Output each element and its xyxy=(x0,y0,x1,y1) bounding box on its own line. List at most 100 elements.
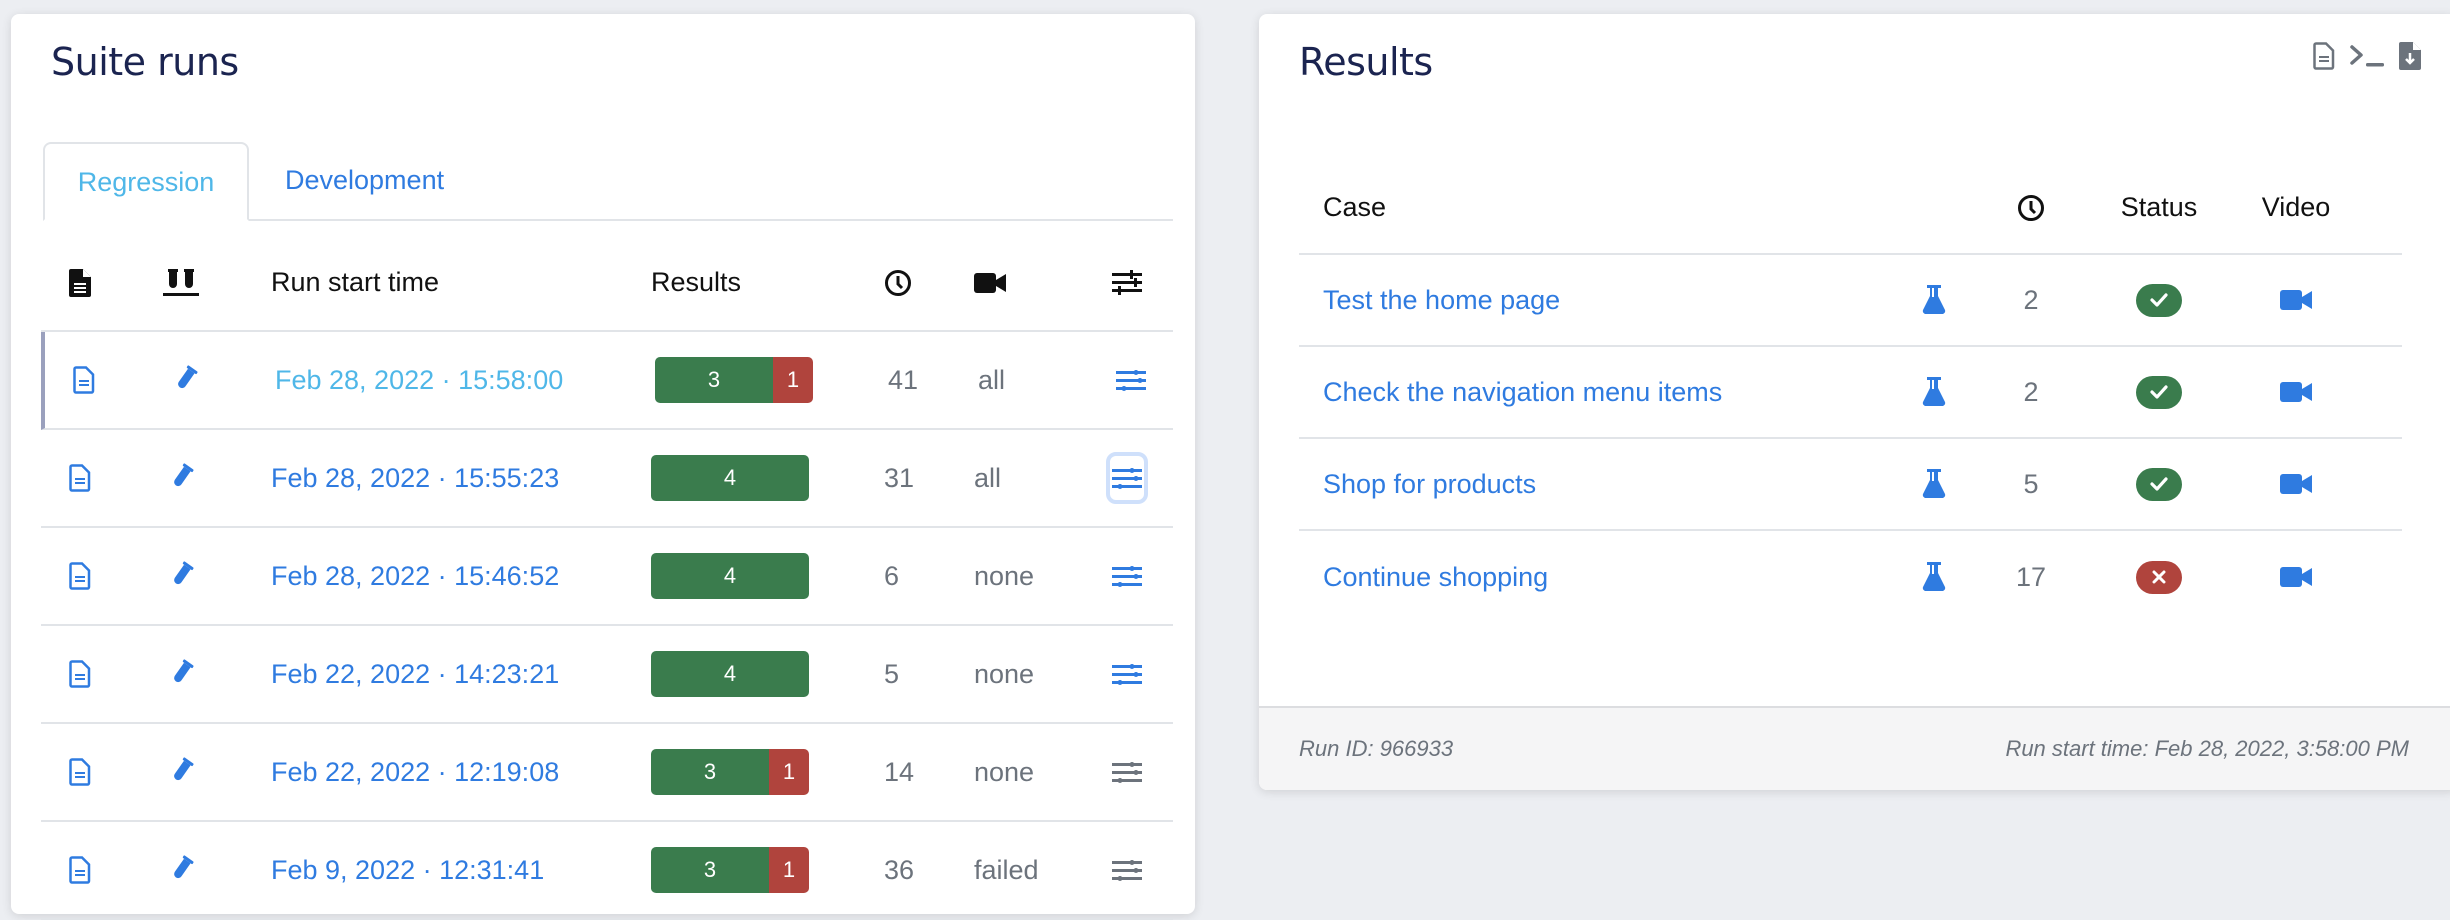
video-setting: failed xyxy=(974,854,1039,885)
report-document-icon[interactable] xyxy=(65,528,95,624)
video-setting: all xyxy=(974,462,1002,493)
run-start-time-link[interactable]: Feb 28, 2022 · 15:58:00 xyxy=(275,332,563,428)
run-row[interactable]: Feb 9, 2022 · 12:31:41 3 1 36 failed xyxy=(41,822,1173,920)
run-settings-button[interactable] xyxy=(1106,652,1148,696)
sliders-icon xyxy=(1112,762,1142,783)
results-badge: 4 xyxy=(651,528,811,624)
run-settings-button[interactable] xyxy=(1106,750,1148,794)
case-duration: 5 xyxy=(2023,468,2039,499)
file-text-icon[interactable] xyxy=(2313,42,2335,75)
run-row[interactable]: Feb 28, 2022 · 15:58:00 3 1 41 all xyxy=(41,332,1173,430)
test-tube-icon[interactable] xyxy=(161,724,201,820)
run-row[interactable]: Feb 28, 2022 · 15:55:23 4 31 all xyxy=(41,430,1173,528)
passed-count: 4 xyxy=(651,553,809,599)
run-row[interactable]: Feb 22, 2022 · 14:23:21 4 5 none xyxy=(41,626,1173,724)
case-name-link[interactable]: Shop for products xyxy=(1323,439,1536,529)
report-document-icon[interactable] xyxy=(65,822,95,918)
results-table-header: Case Status Video xyxy=(1299,162,2402,255)
results-footer: Run ID: 966933 Run start time: Feb 28, 2… xyxy=(1259,706,2450,790)
suite-tabs: Regression Development xyxy=(43,142,1173,221)
run-id: Run ID: 966933 xyxy=(1299,736,1454,761)
test-tube-icon[interactable] xyxy=(161,822,201,918)
case-row: Test the home page 2 xyxy=(1299,255,2402,347)
table-header: Run start time Results xyxy=(41,235,1173,332)
report-document-icon[interactable] xyxy=(65,626,95,722)
run-duration: 6 xyxy=(884,560,900,591)
report-document-icon[interactable] xyxy=(65,430,95,526)
run-start-time-link[interactable]: Feb 28, 2022 · 15:46:52 xyxy=(271,528,559,624)
results-header-actions xyxy=(2313,42,2421,75)
results-badge: 3 1 xyxy=(651,724,811,820)
sliders-icon xyxy=(1112,860,1142,881)
run-duration: 36 xyxy=(884,854,915,885)
passed-count: 4 xyxy=(651,455,809,501)
video-camera-icon[interactable] xyxy=(2251,347,2341,437)
sliders-icon xyxy=(1112,468,1142,489)
flask-icon[interactable] xyxy=(1919,255,1949,345)
run-settings-button[interactable] xyxy=(1110,358,1152,402)
clock-icon xyxy=(884,235,912,330)
video-setting: none xyxy=(974,658,1035,689)
video-camera-icon xyxy=(974,235,1006,330)
run-start-time: Run start time: Feb 28, 2022, 3:58:00 PM xyxy=(2005,736,2409,761)
case-name-link[interactable]: Continue shopping xyxy=(1323,531,1548,623)
case-row: Shop for products 5 xyxy=(1299,439,2402,531)
run-duration: 41 xyxy=(888,364,919,395)
tab-development[interactable]: Development xyxy=(263,142,463,219)
file-download-icon[interactable] xyxy=(2399,42,2421,75)
flask-icon[interactable] xyxy=(1919,347,1949,437)
video-camera-icon[interactable] xyxy=(2251,531,2341,623)
run-settings-button[interactable] xyxy=(1106,848,1148,892)
results-badge: 3 1 xyxy=(655,332,815,428)
run-start-time-link[interactable]: Feb 28, 2022 · 15:55:23 xyxy=(271,430,559,526)
run-start-time-link[interactable]: Feb 22, 2022 · 14:23:21 xyxy=(271,626,559,722)
column-run-start-time[interactable]: Run start time xyxy=(271,235,439,330)
case-duration: 2 xyxy=(2023,284,2039,315)
video-setting: all xyxy=(978,364,1006,395)
sliders-icon xyxy=(1116,370,1146,391)
run-start-time-link[interactable]: Feb 22, 2022 · 12:19:08 xyxy=(271,724,559,820)
check-icon xyxy=(2136,467,2182,501)
passed-count: 4 xyxy=(651,651,809,697)
report-document-icon[interactable] xyxy=(65,724,95,820)
run-settings-button[interactable] xyxy=(1106,554,1148,598)
run-row[interactable]: Feb 22, 2022 · 12:19:08 3 1 14 none xyxy=(41,724,1173,822)
results-badge: 3 1 xyxy=(651,822,811,918)
results-badge: 4 xyxy=(651,430,811,526)
case-name-link[interactable]: Check the navigation menu items xyxy=(1323,347,1722,437)
check-icon xyxy=(2136,283,2182,317)
failed-count: 1 xyxy=(769,847,809,893)
video-camera-icon[interactable] xyxy=(2251,439,2341,529)
suite-runs-card: Suite runs Regression Development Run st… xyxy=(11,14,1195,920)
run-duration: 31 xyxy=(884,462,915,493)
failed-count: 1 xyxy=(769,749,809,795)
video-setting: none xyxy=(974,756,1035,787)
run-row[interactable]: Feb 28, 2022 · 15:46:52 4 6 none xyxy=(41,528,1173,626)
case-row: Continue shopping 17 xyxy=(1299,531,2402,623)
report-document-icon[interactable] xyxy=(69,332,99,428)
terminal-icon[interactable] xyxy=(2349,44,2385,73)
flask-icon[interactable] xyxy=(1919,531,1949,623)
flask-icon[interactable] xyxy=(1919,439,1949,529)
test-tube-icon[interactable] xyxy=(161,626,201,722)
sliders-icon xyxy=(1112,664,1142,685)
test-tube-icon[interactable] xyxy=(161,430,201,526)
suite-runs-table: Run start time Results Feb 28, 2022 · 15… xyxy=(41,235,1173,920)
case-row: Check the navigation menu items 2 xyxy=(1299,347,2402,439)
run-settings-button[interactable] xyxy=(1106,452,1148,504)
case-name-link[interactable]: Test the home page xyxy=(1323,255,1560,345)
results-card: Results Case Status Video Test the home … xyxy=(1259,14,2450,790)
sliders-icon xyxy=(1112,566,1142,587)
test-tube-icon[interactable] xyxy=(161,528,201,624)
run-duration: 5 xyxy=(884,658,900,689)
video-setting: none xyxy=(974,560,1035,591)
failed-count: 1 xyxy=(773,357,813,403)
video-camera-icon[interactable] xyxy=(2251,255,2341,345)
column-results: Results xyxy=(651,267,742,297)
run-duration: 14 xyxy=(884,756,915,787)
document-icon xyxy=(65,235,95,330)
run-start-time-link[interactable]: Feb 9, 2022 · 12:31:41 xyxy=(271,822,544,918)
case-duration: 2 xyxy=(2023,376,2039,407)
test-tube-icon[interactable] xyxy=(165,332,205,428)
tab-regression[interactable]: Regression xyxy=(43,142,249,221)
